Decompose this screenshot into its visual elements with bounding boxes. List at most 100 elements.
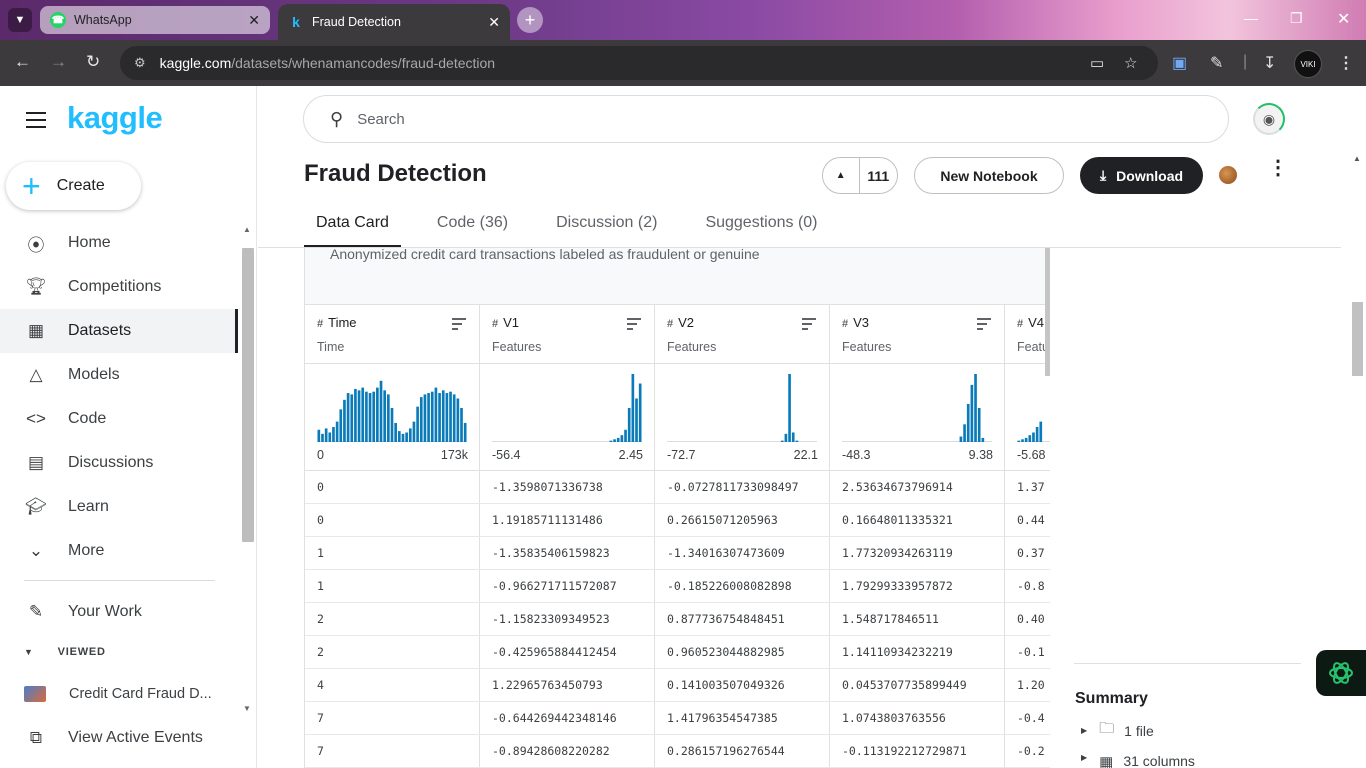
histogram-bar xyxy=(361,387,365,442)
close-window-icon[interactable]: ✕ xyxy=(1337,9,1350,29)
plus-icon: + xyxy=(22,168,41,204)
column-name: # Time xyxy=(317,315,357,330)
sidebar-item-your-work[interactable]: ✎ Your Work xyxy=(0,590,238,634)
models-icon: △ xyxy=(29,365,43,384)
summary-columns-row[interactable]: ▶ ▦ 31 columns xyxy=(1081,753,1195,768)
toolbar-divider: | xyxy=(1243,53,1248,70)
sidebar-item-discussions[interactable]: ▤ Discussions xyxy=(0,441,238,485)
bookmark-star-icon[interactable]: ☆ xyxy=(1124,54,1137,72)
card-scrollbar-thumb[interactable] xyxy=(1045,248,1050,376)
tab-suggestions[interactable]: Suggestions (0) xyxy=(693,206,829,248)
viewed-section-toggle[interactable]: ▼ VIEWED xyxy=(24,646,106,658)
sidebar-scrollbar[interactable] xyxy=(241,238,254,768)
histogram-bar xyxy=(357,390,361,442)
sidebar-item-datasets[interactable]: ▦ Datasets xyxy=(0,309,238,353)
table-cell: -0.4 xyxy=(1005,702,1050,735)
sidebar-item-more[interactable]: ⌄ More xyxy=(0,529,238,573)
sidebar-item-viewed-dataset[interactable]: Credit Card Fraud D... xyxy=(0,672,238,716)
site-info-icon[interactable]: ⚙ xyxy=(134,55,146,71)
caret-down-icon: ▼ xyxy=(24,647,34,657)
scrollbar-thumb[interactable] xyxy=(1352,302,1363,376)
minimize-icon[interactable]: — xyxy=(1244,10,1258,26)
sort-icon[interactable] xyxy=(452,318,466,333)
sidebar-item-label: Home xyxy=(68,234,111,251)
tab-discussion[interactable]: Discussion (2) xyxy=(544,206,669,248)
histogram-bar xyxy=(383,390,387,442)
sidebar-item-home[interactable]: ⦿ Home xyxy=(0,221,238,265)
column-histogram[interactable]: -5.68 xyxy=(1005,364,1050,471)
browser-menu-icon[interactable]: ⋮ xyxy=(1338,53,1354,73)
expand-caret-icon[interactable]: ▶ xyxy=(1081,726,1087,735)
chevron-down-icon: ⌄ xyxy=(28,541,44,560)
close-tab-icon[interactable]: ✕ xyxy=(488,14,500,31)
histogram-bar xyxy=(635,398,638,442)
search-placeholder: Search xyxy=(357,110,405,128)
histogram-bar xyxy=(452,394,456,442)
sort-icon[interactable] xyxy=(977,318,991,333)
scroll-up-arrow[interactable]: ▲ xyxy=(243,225,251,234)
upvote-arrow-icon[interactable]: ▲ xyxy=(823,158,860,193)
address-bar[interactable]: ⚙ kaggle.com/datasets/whenamancodes/frau… xyxy=(120,46,1158,80)
histogram-bar xyxy=(445,393,449,442)
column-header[interactable]: # V2 Features xyxy=(655,304,830,364)
reload-icon[interactable]: ↻ xyxy=(86,52,100,72)
tab-search-button[interactable]: ▼ xyxy=(8,8,32,32)
column-header[interactable]: #V4Features xyxy=(1005,304,1050,364)
table-cell: 0.37 xyxy=(1005,537,1050,570)
back-icon[interactable]: ← xyxy=(14,52,31,72)
edit-icon: ✎ xyxy=(28,602,44,621)
sidebar-item-competitions[interactable]: 🏆︎ Competitions xyxy=(0,265,238,309)
search-input[interactable]: ⚲ Search xyxy=(303,95,1229,143)
sidebar-item-learn[interactable]: 🎓︎ Learn xyxy=(0,485,238,529)
medal-icon xyxy=(1219,166,1237,184)
column-header[interactable]: # Time Time xyxy=(305,304,480,364)
scroll-down-arrow[interactable]: ▼ xyxy=(243,704,251,713)
menu-icon[interactable] xyxy=(26,112,46,133)
more-options-icon[interactable]: ⋮ xyxy=(1268,158,1288,178)
new-tab-button[interactable]: + xyxy=(517,7,543,33)
table-cell: 0.40 xyxy=(1005,603,1050,636)
close-tab-icon[interactable]: ✕ xyxy=(248,12,260,29)
column-histogram[interactable]: 0 173k xyxy=(305,364,480,471)
forward-icon[interactable]: → xyxy=(50,52,67,72)
restore-icon[interactable]: ❐ xyxy=(1290,10,1303,27)
extensions-icon[interactable]: ✎ xyxy=(1210,53,1223,73)
sidebar-item-code[interactable]: <> Code xyxy=(0,397,238,441)
sort-icon[interactable] xyxy=(802,318,816,333)
column-header[interactable]: # V1 Features xyxy=(480,304,655,364)
browser-tab-fraud-detection[interactable]: k Fraud Detection ✕ xyxy=(278,4,510,40)
scroll-up-arrow[interactable]: ▲ xyxy=(1353,154,1361,163)
tab-code[interactable]: Code (36) xyxy=(425,206,520,248)
sidebar-item-view-events[interactable]: ⧉ View Active Events xyxy=(0,716,238,760)
table-column: # V1 Features -56.4 2.45 -1.3598071336738 1.19… xyxy=(480,304,655,768)
downloads-icon[interactable]: ↧ xyxy=(1263,53,1276,73)
translate-extension-icon[interactable]: ▣ xyxy=(1172,53,1187,73)
expand-caret-icon[interactable]: ▶ xyxy=(1081,753,1087,762)
table-cell: -0.1 xyxy=(1005,636,1050,669)
tab-data-card[interactable]: Data Card xyxy=(304,206,401,248)
column-histogram[interactable]: -48.3 9.38 xyxy=(830,364,1005,471)
kaggle-logo[interactable]: kaggle xyxy=(67,100,163,136)
profile-avatar[interactable]: VIKI xyxy=(1294,50,1322,78)
ai-assistant-button[interactable] xyxy=(1316,650,1366,696)
sort-icon[interactable] xyxy=(627,318,641,333)
histogram-min-label: -56.4 xyxy=(492,448,521,462)
create-button[interactable]: + Create xyxy=(6,162,141,210)
new-notebook-button[interactable]: New Notebook xyxy=(914,157,1064,194)
user-avatar[interactable]: ◉ xyxy=(1253,103,1285,135)
scrollbar-thumb[interactable] xyxy=(242,248,254,542)
sidebar-item-models[interactable]: △ Models xyxy=(0,353,238,397)
column-header[interactable]: # V3 Features xyxy=(830,304,1005,364)
upvote-button[interactable]: ▲ 111 xyxy=(822,157,898,194)
numeric-type-icon: # xyxy=(667,318,674,330)
install-app-icon[interactable]: ▭ xyxy=(1090,54,1104,72)
column-histogram[interactable]: -56.4 2.45 xyxy=(480,364,655,471)
column-histogram[interactable]: -72.7 22.1 xyxy=(655,364,830,471)
histogram-min-label: -48.3 xyxy=(842,448,871,462)
summary-columns: 31 columns xyxy=(1123,753,1195,768)
histogram-bar xyxy=(368,393,372,442)
summary-files-row[interactable]: ▶ 🗀︎ 1 file xyxy=(1081,718,1154,743)
table-cell: -0.644269442348146 xyxy=(480,702,655,735)
browser-tab-whatsapp[interactable]: ☎ WhatsApp ✕ xyxy=(40,6,270,34)
download-button[interactable]: ⤓ Download xyxy=(1080,157,1203,194)
